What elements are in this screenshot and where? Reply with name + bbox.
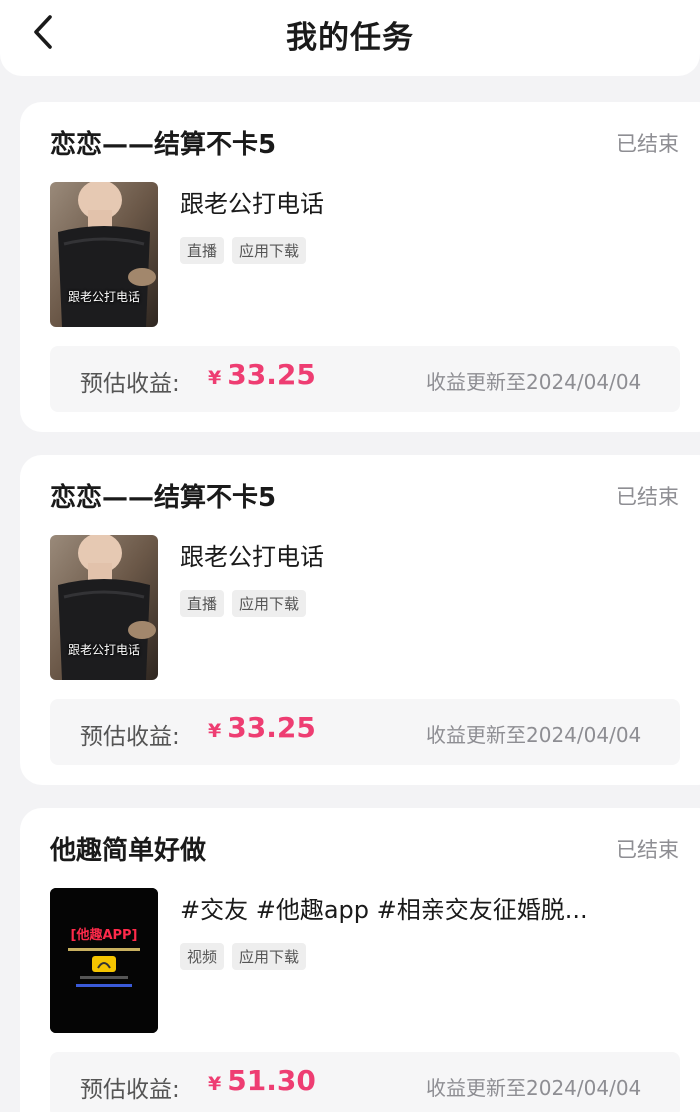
video-thumbnail[interactable]: [他趣APP] [50, 888, 158, 1033]
video-thumbnail-image [50, 535, 158, 680]
tag: 应用下载 [232, 237, 307, 264]
task-card[interactable]: 他趣简单好做 已结束 [他趣APP] #交友 #他趣app #相亲交友征婚脱..… [20, 808, 700, 1112]
earnings-value: 33.25 [227, 711, 316, 744]
task-card[interactable]: 恋恋——结算不卡5 已结束 跟老公打电话 跟老公打电话 直播 应用下载 预估收益… [20, 102, 700, 432]
video-thumbnail-image [50, 182, 158, 327]
tag: 视频 [180, 943, 225, 970]
earnings-bar: 预估收益: ¥51.30 收益更新至2024/04/04 [50, 1052, 680, 1112]
video-name: 跟老公打电话 [180, 543, 324, 571]
task-title: 他趣简单好做 [50, 836, 207, 866]
task-card[interactable]: 恋恋——结算不卡5 已结束 跟老公打电话 跟老公打电话 直播 应用下载 预估收益… [20, 455, 700, 785]
currency-symbol: ¥ [208, 720, 222, 742]
earnings-amount: ¥51.30 [208, 1064, 316, 1097]
update-note: 收益更新至2024/04/04 [426, 723, 642, 747]
earnings-amount: ¥33.25 [208, 711, 316, 744]
task-title: 恋恋——结算不卡5 [50, 483, 277, 513]
video-thumbnail[interactable]: 跟老公打电话 [50, 182, 158, 327]
earnings-label: 预估收益: [80, 1077, 180, 1103]
tag: 直播 [180, 237, 225, 264]
thumbnail-caption: [他趣APP] [70, 928, 138, 943]
video-thumbnail[interactable]: 跟老公打电话 [50, 535, 158, 680]
currency-symbol: ¥ [208, 1073, 222, 1095]
update-note: 收益更新至2024/04/04 [426, 370, 642, 394]
video-name: 跟老公打电话 [180, 190, 324, 218]
task-status: 已结束 [616, 132, 679, 156]
task-status: 已结束 [616, 838, 679, 862]
tag-list: 直播 应用下载 [180, 237, 307, 264]
earnings-bar: 预估收益: ¥33.25 收益更新至2024/04/04 [50, 346, 680, 412]
earnings-label: 预估收益: [80, 371, 180, 397]
update-note: 收益更新至2024/04/04 [426, 1076, 642, 1100]
earnings-amount: ¥33.25 [208, 358, 316, 391]
currency-symbol: ¥ [208, 367, 222, 389]
tag-list: 视频 应用下载 [180, 943, 307, 970]
earnings-value: 51.30 [227, 1064, 316, 1097]
thumbnail-caption: 跟老公打电话 [67, 290, 140, 304]
task-status: 已结束 [616, 485, 679, 509]
tag: 应用下载 [232, 590, 307, 617]
task-title: 恋恋——结算不卡5 [50, 130, 277, 160]
video-name: #交友 #他趣app #相亲交友征婚脱... [180, 896, 588, 924]
tag: 直播 [180, 590, 225, 617]
earnings-bar: 预估收益: ¥33.25 收益更新至2024/04/04 [50, 699, 680, 765]
thumbnail-caption: 跟老公打电话 [67, 643, 140, 657]
app-promo-image [50, 888, 158, 1033]
tag-list: 直播 应用下载 [180, 590, 307, 617]
top-bar: 我的任务 [0, 0, 700, 76]
earnings-value: 33.25 [227, 358, 316, 391]
earnings-label: 预估收益: [80, 724, 180, 750]
tag: 应用下载 [232, 943, 307, 970]
page-title: 我的任务 [286, 20, 414, 56]
